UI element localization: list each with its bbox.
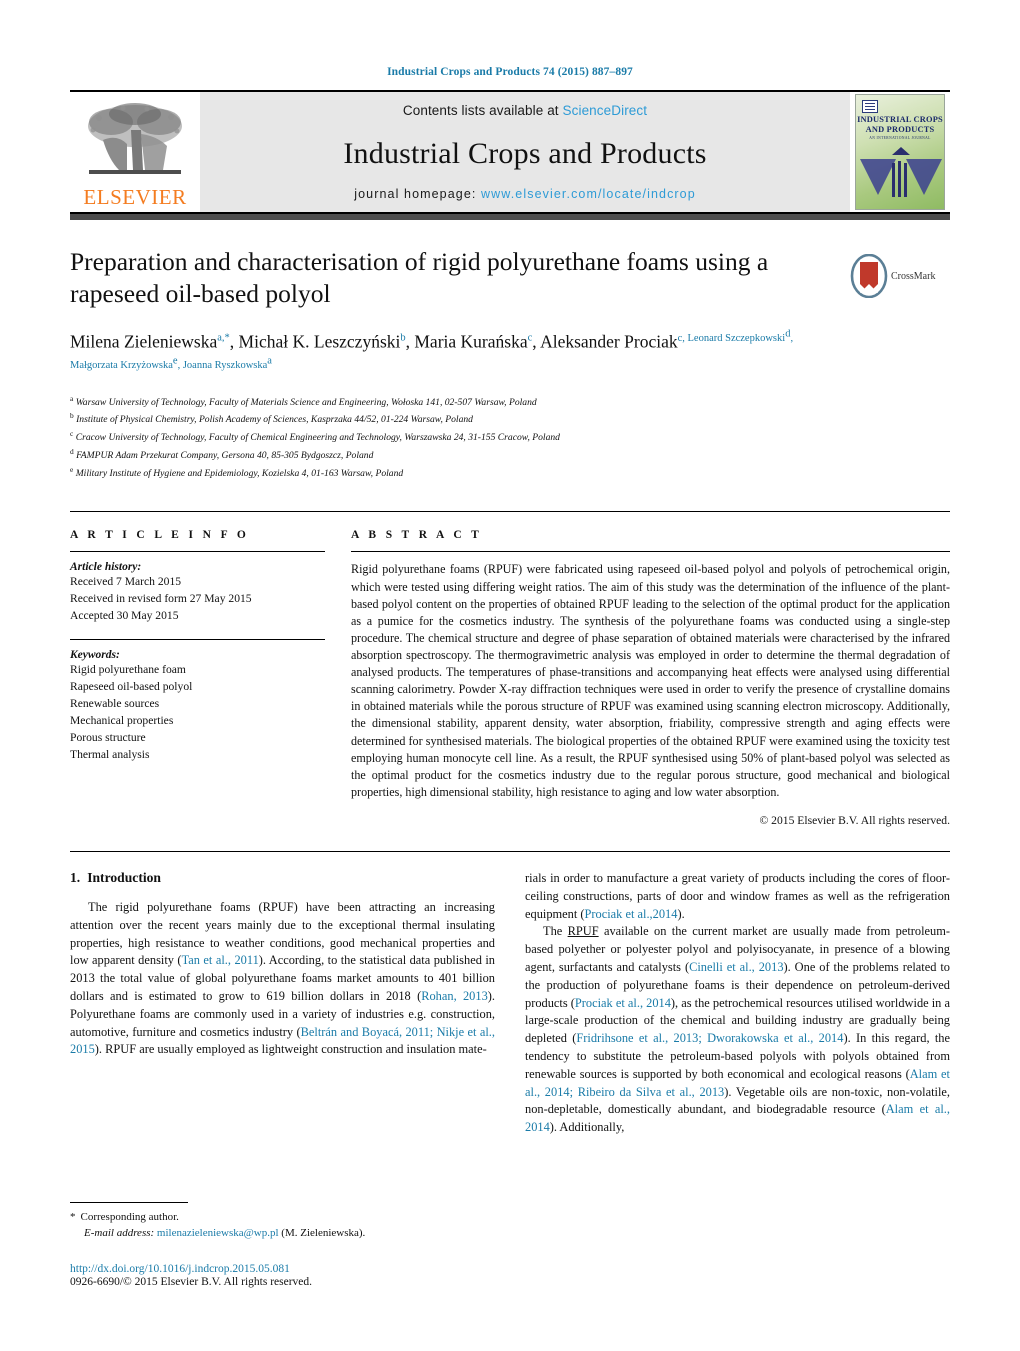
abstract-text: Rigid polyurethane foams (RPUF) were fab… — [351, 562, 950, 799]
journal-homepage-link[interactable]: www.elsevier.com/locate/indcrop — [481, 187, 696, 201]
crossmark-badge[interactable]: CrossMark — [850, 250, 950, 302]
cover-title: INDUSTRIAL CROPS AND PRODUCTS AN INTERNA… — [856, 115, 944, 140]
corresponding-author-line: * Corresponding author. — [70, 1209, 500, 1225]
homepage-prefix: journal homepage: — [354, 187, 482, 201]
crossmark-label: CrossMark — [891, 270, 936, 282]
affiliation-text: Warsaw University of Technology, Faculty… — [75, 396, 537, 408]
abstract-heading: A B S T R A C T — [351, 529, 483, 542]
affiliation-mark: c — [70, 429, 74, 439]
affiliation-text: Military Institute of Hygiene and Epidem… — [75, 467, 404, 479]
keyword-item: Thermal analysis — [70, 747, 150, 761]
doi-block: http://dx.doi.org/10.1016/j.indcrop.2015… — [70, 1263, 500, 1288]
article-history-item: Received in revised form 27 May 2015 — [70, 592, 252, 606]
affiliation-item: d FAMPUR Adam Przekurat Company, Gersona… — [70, 446, 840, 464]
keyword-item: Porous structure — [70, 730, 146, 744]
article-info-heading: A R T I C L E I N F O — [70, 529, 250, 542]
author-list: Milena Zieleniewskaa,*, Michał K. Leszcz… — [70, 328, 794, 371]
keyword-item: Rigid polyurethane foam — [70, 663, 186, 677]
article-history-item: Received 7 March 2015 — [70, 575, 182, 589]
cover-subtitle: AN INTERNATIONAL JOURNAL — [869, 135, 931, 140]
issn-copyright-line: 0926-6690/© 2015 Elsevier B.V. All right… — [70, 1276, 313, 1288]
email-suffix: (M. Zieleniewska). — [281, 1226, 366, 1239]
section-title-text: Introduction — [87, 869, 161, 885]
cover-stamp-icon — [862, 100, 878, 113]
abstract-column: A B S T R A C T Rigid polyurethane foams… — [351, 529, 950, 827]
sciencedirect-link[interactable]: ScienceDirect — [563, 103, 648, 118]
cover-artwork-icon — [860, 147, 942, 197]
intro-paragraph-right-1: rials in order to manufacture a great va… — [525, 870, 950, 921]
affiliation-list: a Warsaw University of Technology, Facul… — [70, 393, 840, 482]
keyword-item: Mechanical properties — [70, 713, 174, 727]
article-info-rule — [70, 551, 325, 553]
contents-prefix: Contents lists available at — [402, 103, 563, 118]
title-block: Preparation and characterisation of rigi… — [70, 246, 950, 481]
article-info-column: A R T I C L E I N F O Article history: R… — [70, 529, 325, 827]
affiliation-text: Institute of Physical Chemistry, Polish … — [76, 414, 473, 426]
journal-homepage-line: journal homepage: www.elsevier.com/locat… — [354, 187, 696, 201]
email-line: E-mail address: milenazieleniewska@wp.pl… — [70, 1225, 500, 1241]
body-top-rule — [70, 850, 950, 852]
section-title-introduction: 1. Introduction — [70, 870, 495, 886]
elsevier-tree-icon — [88, 103, 182, 174]
journal-title: Industrial Crops and Products — [343, 136, 707, 170]
crossmark-icon — [850, 254, 888, 298]
keyword-item: Renewable sources — [70, 697, 160, 711]
section-number: 1. — [70, 869, 81, 885]
affiliation-mark: e — [70, 464, 74, 474]
elsevier-wordmark: ELSEVIER — [83, 185, 187, 209]
cover-title-line1: INDUSTRIAL CROPS — [857, 115, 943, 124]
contents-available-line: Contents lists available at ScienceDirec… — [403, 103, 647, 118]
body-column-right: rials in order to manufacture a great va… — [525, 870, 950, 1137]
info-abstract-region: A R T I C L E I N F O Article history: R… — [70, 511, 950, 827]
footnote-star: * — [70, 1210, 76, 1223]
email-label: E-mail address: — [84, 1226, 155, 1239]
journal-cover-image: INDUSTRIAL CROPS AND PRODUCTS AN INTERNA… — [855, 94, 945, 210]
affiliation-text: FAMPUR Adam Przekurat Company, Gersona 4… — [76, 450, 374, 462]
cover-title-line2: AND PRODUCTS — [865, 124, 935, 134]
affiliation-item: e Military Institute of Hygiene and Epid… — [70, 464, 840, 482]
affiliation-item: a Warsaw University of Technology, Facul… — [70, 393, 840, 411]
affiliation-text: Cracow University of Technology, Faculty… — [75, 432, 560, 444]
footnote-rule — [70, 1201, 188, 1203]
masthead-bottom-rule — [70, 214, 950, 220]
running-head: Industrial Crops and Products 74 (2015) … — [387, 66, 633, 78]
affiliation-mark: b — [70, 411, 74, 421]
page-title: Preparation and characterisation of rigi… — [70, 247, 769, 309]
journal-cover-thumbnail: INDUSTRIAL CROPS AND PRODUCTS AN INTERNA… — [850, 92, 950, 212]
intro-paragraph-right-2: The RPUF available on the current market… — [525, 924, 950, 1135]
affiliation-item: b Institute of Physical Chemistry, Polis… — [70, 410, 840, 428]
affiliation-item: c Cracow University of Technology, Facul… — [70, 428, 840, 446]
intro-paragraph-left: The rigid polyurethane foams (RPUF) have… — [70, 899, 496, 1057]
doi-link[interactable]: http://dx.doi.org/10.1016/j.indcrop.2015… — [70, 1263, 500, 1275]
copyright-line: © 2015 Elsevier B.V. All rights reserved… — [759, 813, 950, 827]
abstract-rule — [351, 551, 950, 553]
keywords-label: Keywords: — [70, 649, 120, 662]
keywords-rule — [70, 639, 325, 641]
email-link[interactable]: milenazieleniewska@wp.pl — [157, 1227, 279, 1239]
article-history-label: Article history: — [70, 561, 142, 574]
journal-masthead: ELSEVIER Contents lists available at Sci… — [70, 90, 950, 214]
article-history-item: Accepted 30 May 2015 — [70, 609, 179, 623]
body-columns: 1. Introduction The rigid polyurethane fo… — [70, 870, 950, 1137]
elsevier-logo: ELSEVIER — [70, 92, 200, 212]
footnote-block: * Corresponding author. E-mail address: m… — [70, 1201, 500, 1288]
article-page: Industrial Crops and Products 74 (2015) … — [0, 0, 1020, 1351]
body-column-left: 1. Introduction The rigid polyurethane fo… — [70, 870, 495, 1137]
corresponding-author-text: Corresponding author. — [80, 1210, 179, 1223]
keyword-item: Rapeseed oil-based polyol — [70, 680, 193, 694]
masthead-center: Contents lists available at ScienceDirec… — [200, 92, 850, 212]
affiliation-mark: d — [70, 446, 74, 456]
affiliation-mark: a — [70, 393, 74, 403]
